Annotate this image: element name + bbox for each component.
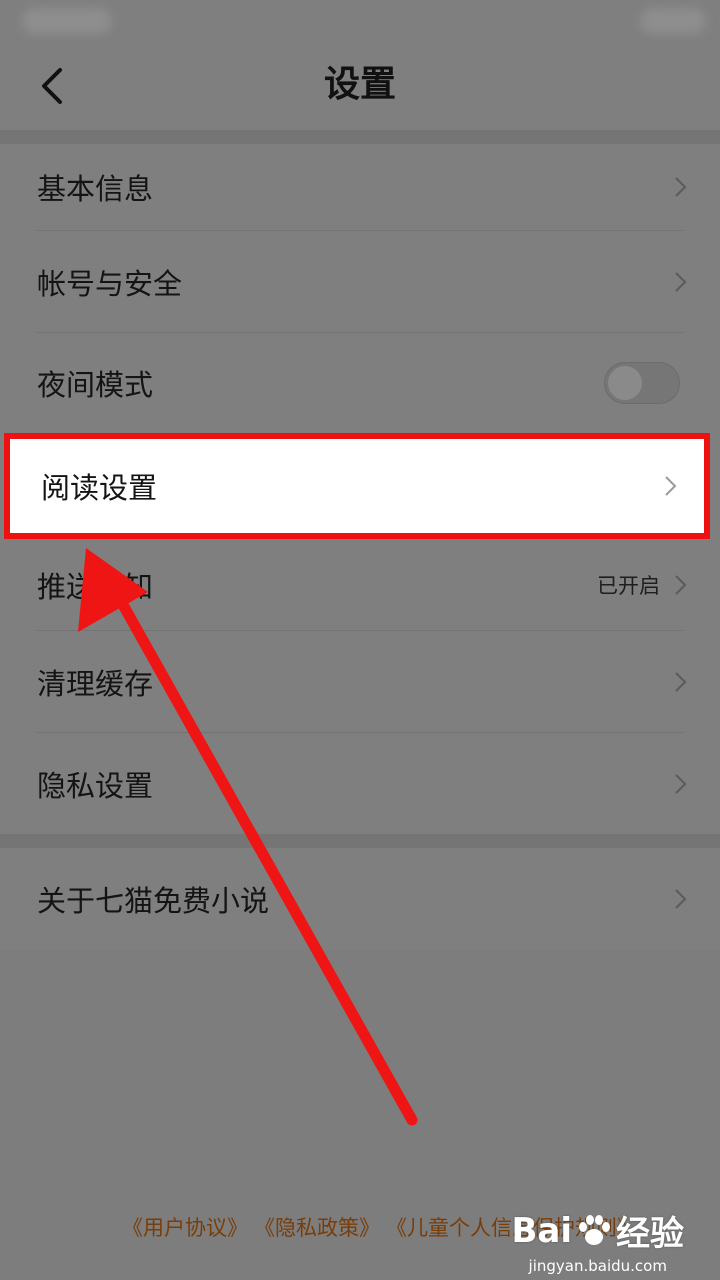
watermark-logo: Bai 经验 [511,1206,684,1255]
settings-row-push-notifications[interactable]: 推送通知 已开启 [0,539,720,630]
chevron-right-icon [675,271,687,292]
page-title: 设置 [323,63,396,105]
watermark-logo-text: Bai [511,1210,572,1251]
status-right-blur [640,8,706,34]
chevron-right-icon [675,574,687,595]
settings-group-about: 关于七猫免费小说 [0,848,720,950]
settings-row-account-security[interactable]: 帐号与安全 [0,231,720,332]
toggle-knob [608,366,642,400]
row-label: 基本信息 [37,172,154,206]
status-left-blur [22,8,112,34]
row-label: 阅读设置 [41,471,158,505]
chevron-right-icon [665,476,677,496]
section-gap [0,834,720,848]
settings-row-night-mode: 夜间模式 [0,333,720,433]
watermark-url: jingyan.baidu.com [528,1257,667,1275]
watermark-logo-suffix: 经验 [616,1214,684,1254]
settings-row-about[interactable]: 关于七猫免费小说 [0,848,720,950]
paw-icon [579,1214,610,1245]
settings-row-clear-cache[interactable]: 清理缓存 [0,631,720,732]
status-bar [0,0,720,42]
row-label: 隐私设置 [37,768,154,803]
settings-row-basic-info[interactable]: 基本信息 [0,144,720,230]
baidu-jingyan-watermark: Bai 经验 jingyan.baidu.com [511,1206,684,1276]
settings-row-reading-settings[interactable]: 阅读设置 [4,433,710,539]
header: 设置 [0,42,720,130]
settings-row-privacy[interactable]: 隐私设置 [0,733,720,834]
privacy-policy-link[interactable]: 《隐私政策》 [254,1212,380,1242]
row-label: 关于七猫免费小说 [37,884,270,918]
push-status-value: 已开启 [597,573,660,598]
night-mode-toggle[interactable] [604,362,680,404]
chevron-right-icon [675,889,687,909]
row-label: 夜间模式 [37,368,154,402]
user-agreement-link[interactable]: 《用户协议》 [122,1212,248,1242]
chevron-right-icon [675,177,687,197]
row-label: 推送通知 [37,569,154,604]
chevron-right-icon [675,671,687,692]
row-label: 清理缓存 [37,666,154,701]
row-label: 帐号与安全 [37,266,183,301]
chevron-right-icon [675,773,687,794]
section-gap [0,130,720,144]
